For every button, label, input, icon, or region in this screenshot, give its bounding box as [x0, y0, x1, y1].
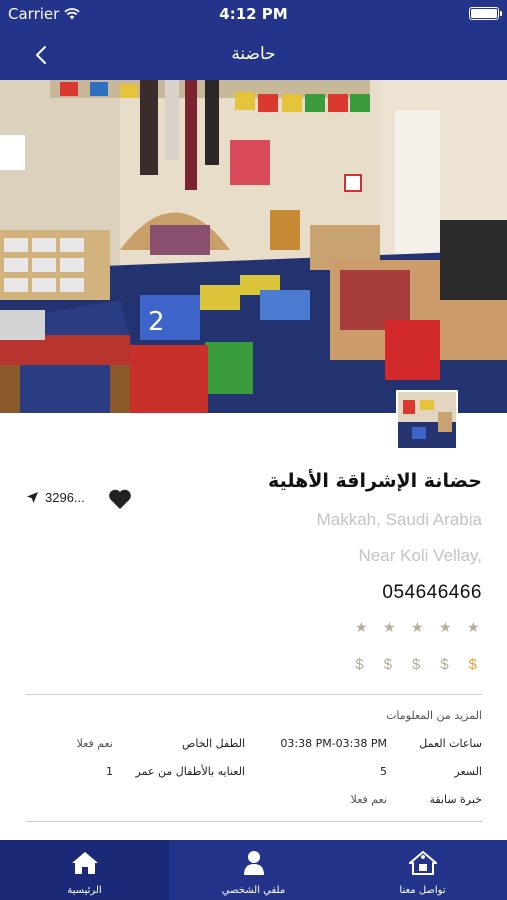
svg-text:2: 2 [148, 307, 165, 337]
nursery-phone[interactable]: 054646466 [382, 582, 482, 604]
special-child-label: الطفل الخاص [182, 737, 245, 750]
divider [26, 821, 482, 822]
price-label: السعر [454, 765, 482, 778]
status-bar: Carrier 4:12 PM [0, 0, 507, 28]
tab-contact[interactable]: تواصل معنا [338, 840, 507, 900]
nursery-address: Near Koli Vellay, [358, 546, 482, 565]
price-symbol: $ [383, 656, 392, 673]
price-symbol: $ [440, 656, 449, 673]
home-icon [71, 852, 98, 874]
tab-home[interactable]: الرئيسية [0, 840, 169, 900]
nursery-location: Makkah, Saudi Arabia [316, 510, 482, 529]
care-age-value: 1 [106, 765, 113, 778]
price-symbol-active: $ [468, 656, 477, 673]
price-value: 5 [380, 765, 387, 778]
working-hours-value: 03:38 PM-03:38 PM [280, 737, 387, 750]
price-level: $ $ $ $ $ [355, 656, 477, 673]
top-bar: Carrier 4:12 PM حاضنة [0, 0, 507, 80]
star-icon: ★ [355, 620, 368, 636]
tab-bar: الرئيسية ملفي الشخصي تواصل معنا [0, 840, 507, 900]
nursery-photo: 2 [0, 80, 507, 413]
app-screen: Carrier 4:12 PM حاضنة 2 حضانة الإشراقة ا… [0, 0, 507, 900]
experience-label: خبرة سابقة [429, 793, 482, 806]
rating-stars: ★ ★ ★ ★ ★ [355, 620, 480, 636]
nursery-thumbnail[interactable] [396, 390, 458, 450]
contact-house-icon [408, 850, 437, 875]
tab-label: ملفي الشخصي [221, 885, 286, 896]
distance-value: 3296... [45, 490, 85, 505]
nursery-name: حضانة الإشراقة الأهلية [268, 470, 482, 492]
price-symbol: $ [355, 656, 364, 673]
star-icon: ★ [411, 620, 424, 636]
care-age-label: العنايه بالأطفال من عمر [135, 765, 245, 778]
star-icon: ★ [383, 620, 396, 636]
favorite-button[interactable] [108, 488, 134, 512]
star-icon: ★ [467, 620, 480, 636]
page-title: حاضنة [231, 44, 276, 64]
special-child-value: نعم فعلا [76, 737, 113, 750]
star-icon: ★ [439, 620, 452, 636]
tab-label: الرئيسية [67, 885, 102, 896]
heart-icon [109, 489, 131, 509]
profile-icon [243, 851, 264, 875]
more-info-title: المزيد من المعلومات [386, 709, 482, 722]
status-time: 4:12 PM [219, 5, 288, 23]
experience-value: نعم فعلا [350, 793, 387, 806]
price-symbol: $ [411, 656, 421, 673]
tab-profile[interactable]: ملفي الشخصي [169, 840, 338, 900]
divider [26, 694, 482, 695]
distance-indicator: 3296... [26, 490, 85, 505]
tab-label: تواصل معنا [399, 885, 446, 896]
working-hours-label: ساعات العمل [419, 737, 482, 750]
battery-icon [469, 7, 502, 20]
location-arrow-icon [27, 492, 38, 503]
